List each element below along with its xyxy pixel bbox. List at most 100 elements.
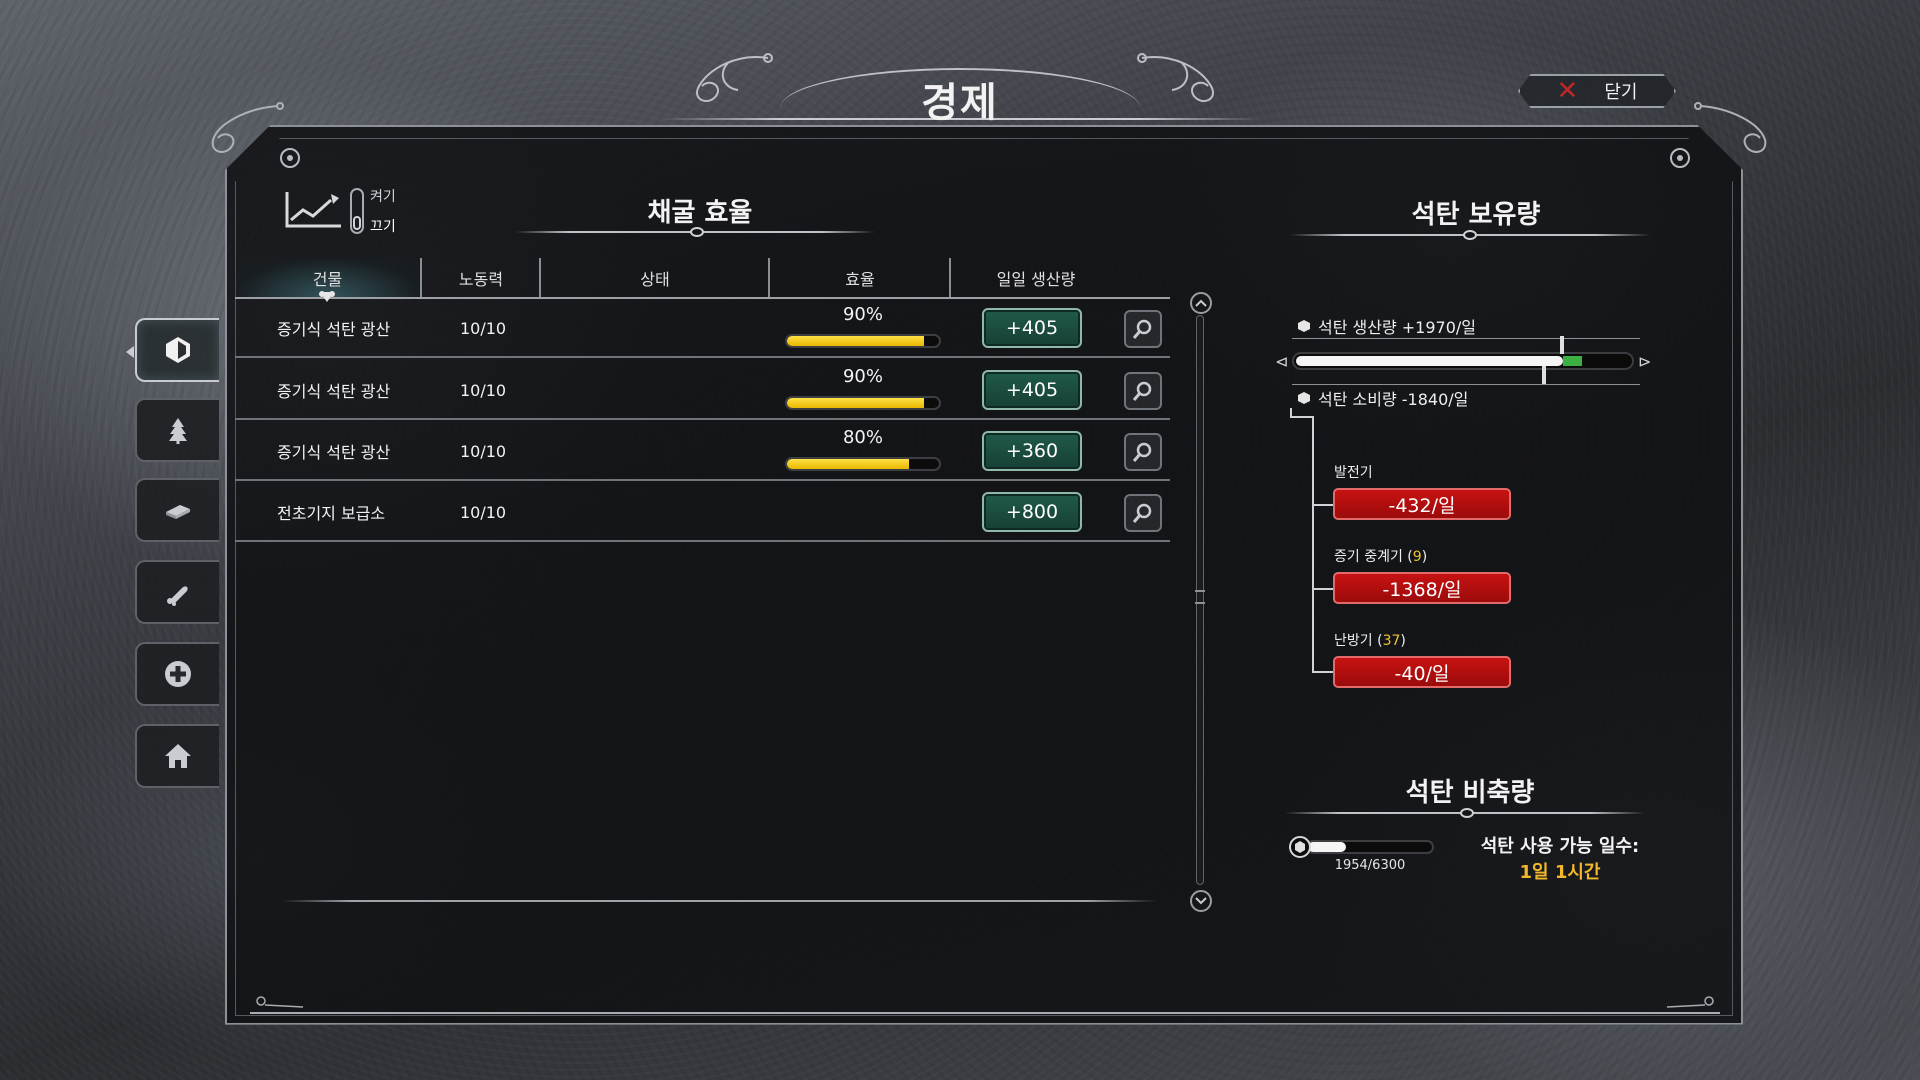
locate-building-button[interactable] xyxy=(1124,494,1162,532)
coal-surplus-fill xyxy=(1563,356,1582,366)
heading-ornament-icon xyxy=(1460,808,1474,818)
coal-production-label: 석탄 생산량 +1970/일 xyxy=(1298,314,1476,338)
tree-connector xyxy=(1312,416,1314,672)
efficiency-bar xyxy=(785,396,941,410)
scroll-down-button[interactable] xyxy=(1190,890,1212,912)
efficiency-bar xyxy=(785,457,941,471)
workforce-value: 10/10 xyxy=(460,318,507,338)
tree-connector xyxy=(1290,416,1312,418)
daily-production-button[interactable]: +360 xyxy=(982,431,1082,471)
daily-production-button[interactable]: +405 xyxy=(982,308,1082,348)
workforce-value: 10/10 xyxy=(460,441,507,461)
status-value xyxy=(555,298,755,358)
status-value xyxy=(555,360,755,420)
consumer-generator-value: -432/일 xyxy=(1333,488,1511,520)
close-icon: ✕ xyxy=(1556,76,1579,106)
column-header-status[interactable]: 상태 xyxy=(541,258,769,298)
column-header-workforce[interactable]: 노동력 xyxy=(422,258,540,298)
efficiency-meter: 80% xyxy=(783,427,943,477)
scroll-grip-icon xyxy=(1195,590,1205,604)
food-icon xyxy=(167,586,188,606)
tree-connector xyxy=(1312,588,1334,590)
magnifier-icon xyxy=(1132,319,1152,339)
building-name: 전초기지 보급소 xyxy=(277,504,386,523)
tab-wood[interactable] xyxy=(135,398,219,462)
tree-connector xyxy=(1312,671,1334,673)
coal-days-value: 1일 1시간 xyxy=(1519,862,1601,883)
consumer-count: 37 xyxy=(1382,633,1401,649)
chevron-down-icon xyxy=(1195,897,1207,905)
building-name: 증기식 석탄 광산 xyxy=(277,443,391,462)
row-divider xyxy=(235,540,1170,542)
corner-ornament-icon xyxy=(1666,996,1714,1008)
daily-production-button[interactable]: +800 xyxy=(982,492,1082,532)
magnifier-icon xyxy=(1132,442,1152,462)
toggle-knob xyxy=(353,216,361,230)
tab-health[interactable] xyxy=(135,642,219,706)
close-button-label: 닫기 xyxy=(1604,82,1638,103)
coal-icon xyxy=(1289,836,1311,858)
close-button[interactable]: ✕ 닫기 xyxy=(1518,74,1676,108)
consumer-generator-label: 발전기 xyxy=(1334,462,1373,482)
efficiency-fill xyxy=(787,459,909,469)
active-tab-marker-icon xyxy=(126,346,134,358)
coal-flow-bar xyxy=(1292,352,1634,370)
arrow-left-icon: ⊲ xyxy=(1275,352,1289,371)
table-row[interactable]: 전초기지 보급소 10/10 +800 xyxy=(235,482,1170,542)
tree-icon xyxy=(169,418,187,444)
row-divider xyxy=(235,479,1170,481)
consumer-heater-label: 난방기 (37) xyxy=(1334,633,1406,649)
table-row[interactable]: 증기식 석탄 광산 10/10 90% +405 xyxy=(235,298,1170,358)
status-value xyxy=(555,482,755,542)
efficiency-bar xyxy=(785,334,941,348)
locate-building-button[interactable] xyxy=(1124,433,1162,471)
heading-ornament-icon xyxy=(690,227,704,237)
locate-building-button[interactable] xyxy=(1124,310,1162,348)
workforce-value: 10/10 xyxy=(460,502,507,522)
efficiency-fill xyxy=(787,398,924,408)
consumption-marker xyxy=(1542,366,1546,384)
table-bottom-divider xyxy=(282,900,1157,902)
efficiency-meter: 90% xyxy=(783,304,943,354)
coal-icon xyxy=(1298,320,1310,332)
ornament-flourish-icon xyxy=(696,53,773,103)
coal-reserve-bar xyxy=(1306,840,1434,854)
coal-consumption-fill xyxy=(1296,356,1563,366)
flow-divider xyxy=(1292,384,1640,385)
efficiency-label: 80% xyxy=(842,427,883,448)
tab-housing[interactable] xyxy=(135,724,219,788)
tab-steel[interactable] xyxy=(135,478,219,542)
coal-icon xyxy=(1298,392,1310,404)
heading-ornament-icon xyxy=(1463,230,1477,240)
toggle-off-label: 끄기 xyxy=(370,219,396,235)
tab-coal[interactable] xyxy=(135,318,219,382)
daily-production-button[interactable]: +405 xyxy=(982,370,1082,410)
coal-reserve-count: 1954/6300 xyxy=(1334,858,1406,873)
health-icon xyxy=(165,661,191,687)
column-header-efficiency[interactable]: 효율 xyxy=(770,258,950,298)
consumer-steam-hub-label: 증기 중계기 (9) xyxy=(1334,549,1428,565)
magnifier-icon xyxy=(1132,381,1152,401)
column-header-daily-production[interactable]: 일일 생산량 xyxy=(951,258,1121,298)
status-value xyxy=(555,421,755,481)
house-icon xyxy=(165,744,191,768)
workforce-value: 10/10 xyxy=(460,380,507,400)
tab-food[interactable] xyxy=(135,560,219,624)
production-marker xyxy=(1560,336,1564,354)
table-row[interactable]: 증기식 석탄 광산 10/10 80% +360 xyxy=(235,421,1170,481)
row-divider xyxy=(235,356,1170,358)
ornament-flourish-icon xyxy=(1137,53,1214,103)
efficiency-label: 90% xyxy=(842,366,883,387)
magnifier-icon xyxy=(1132,503,1152,523)
coal-consumption-text: 석탄 소비량 -1840/일 xyxy=(1318,390,1469,409)
locate-building-button[interactable] xyxy=(1124,372,1162,410)
coal-days-label: 석탄 사용 가능 일수: xyxy=(1480,836,1640,857)
table-row[interactable]: 증기식 석탄 광산 10/10 90% +405 xyxy=(235,360,1170,420)
toggle-on-label: 켜기 xyxy=(370,189,396,205)
scroll-up-button[interactable] xyxy=(1190,292,1212,314)
consumer-count: 9 xyxy=(1412,549,1422,565)
consumer-name: 난방기 xyxy=(1334,633,1373,649)
steel-icon xyxy=(166,505,190,519)
coal-icon xyxy=(166,337,190,363)
flow-divider xyxy=(1292,338,1640,339)
